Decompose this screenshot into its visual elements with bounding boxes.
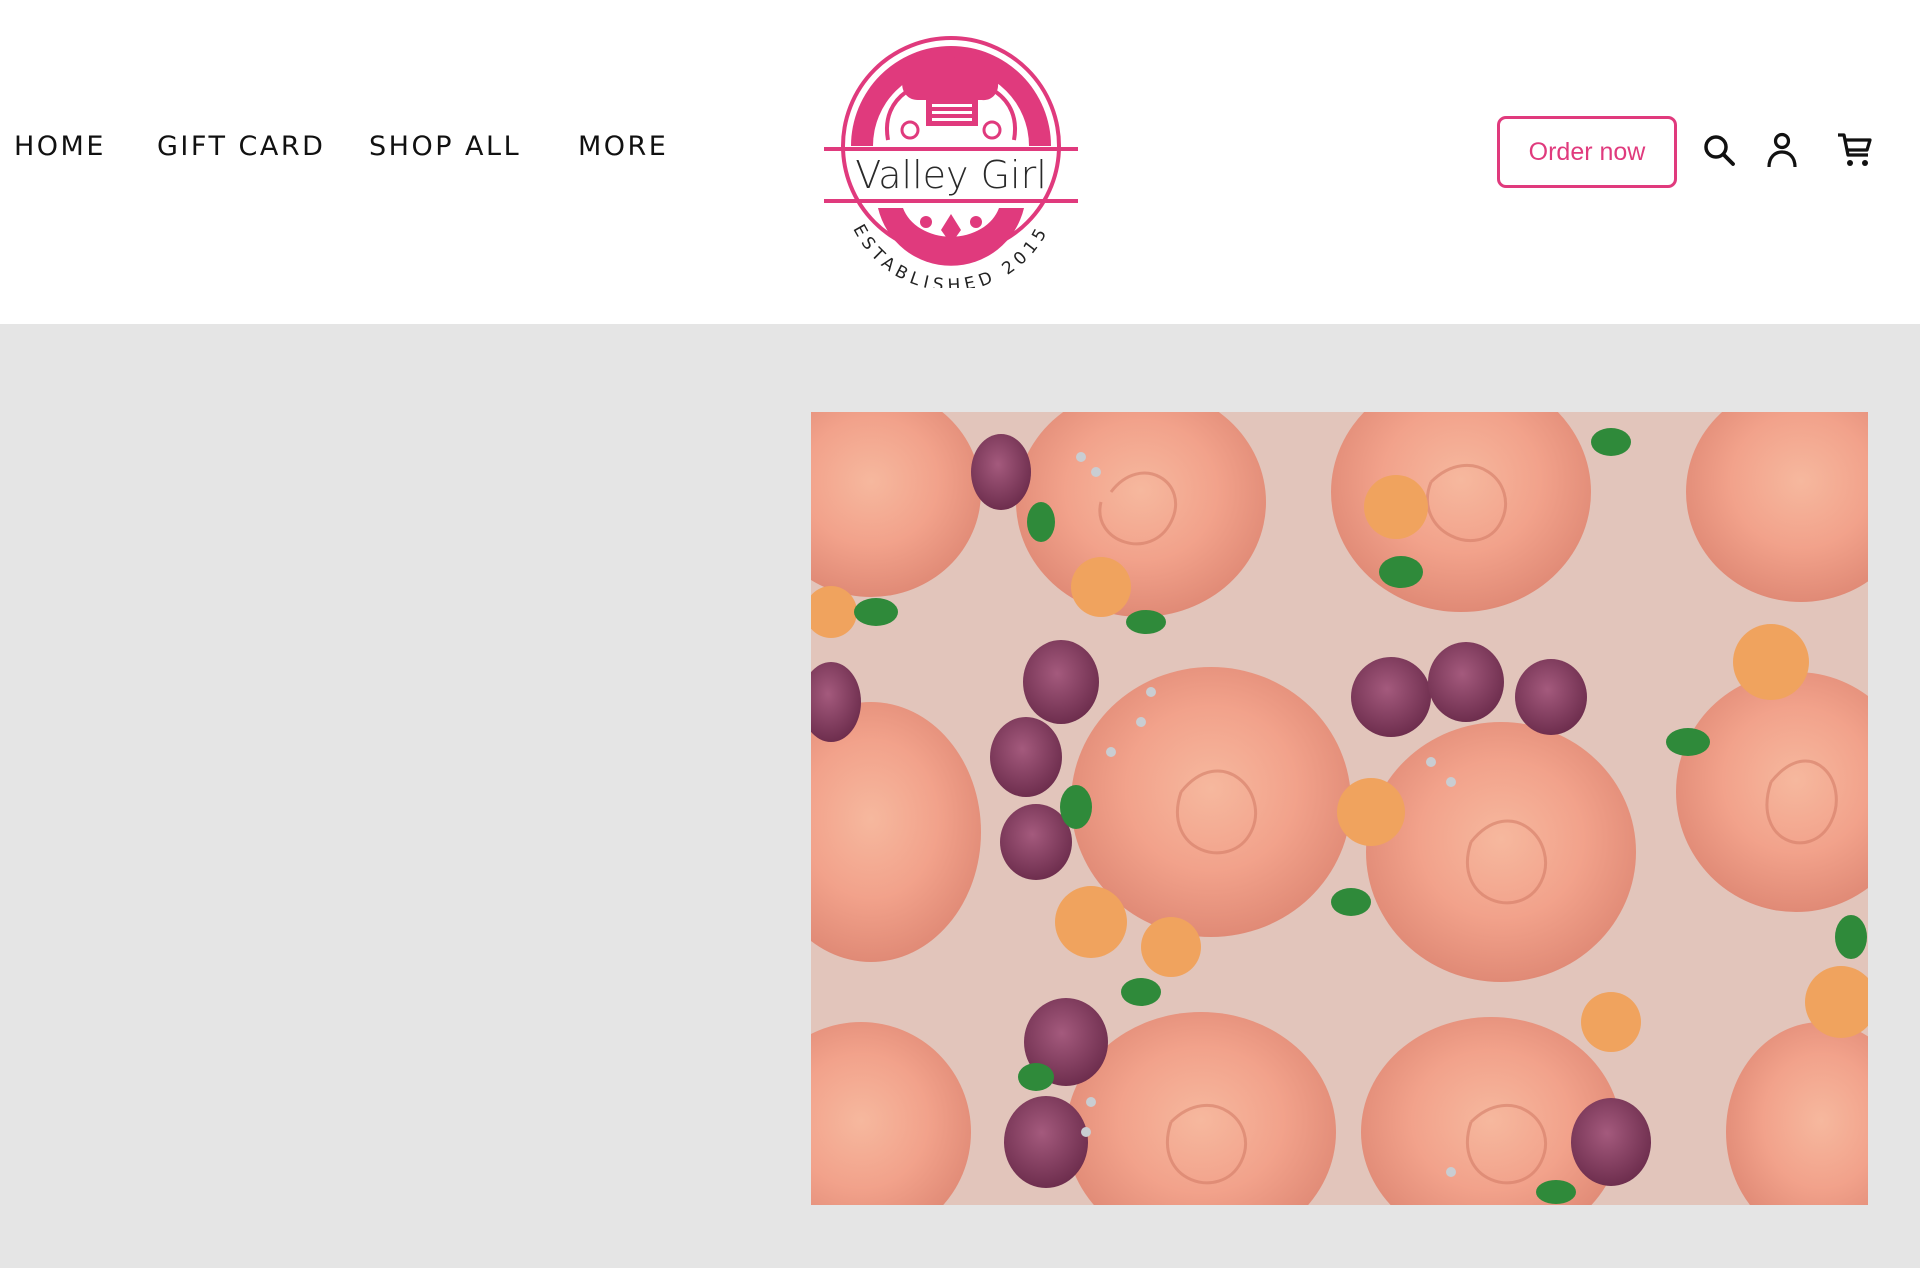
account-icon bbox=[1767, 132, 1797, 168]
hero-cupcakes-image bbox=[811, 412, 1868, 1205]
cart-icon bbox=[1838, 133, 1872, 166]
nav-item-home[interactable]: HOME bbox=[14, 131, 106, 162]
site-logo[interactable]: ESTABLISHED 2015 Valley Girl bbox=[818, 18, 1084, 296]
cupcakes-photo bbox=[811, 412, 1868, 1205]
nav-item-more[interactable]: MORE bbox=[578, 131, 668, 162]
search-button[interactable] bbox=[1697, 128, 1741, 172]
search-icon bbox=[1704, 135, 1735, 166]
cart-button[interactable] bbox=[1833, 128, 1877, 172]
nav-item-gift-card[interactable]: GIFT CARD bbox=[157, 131, 325, 162]
valley-girl-logo-graphic: ESTABLISHED 2015 Valley Girl bbox=[824, 36, 1078, 296]
order-now-button[interactable]: Order now bbox=[1497, 116, 1677, 188]
nav-item-shop-all[interactable]: SHOP ALL bbox=[369, 131, 521, 162]
logo-brand-name: Valley Girl bbox=[855, 153, 1047, 197]
account-button[interactable] bbox=[1760, 128, 1804, 172]
site-header: HOME GIFT CARD SHOP ALL MORE ESTABLISHED… bbox=[0, 0, 1920, 324]
